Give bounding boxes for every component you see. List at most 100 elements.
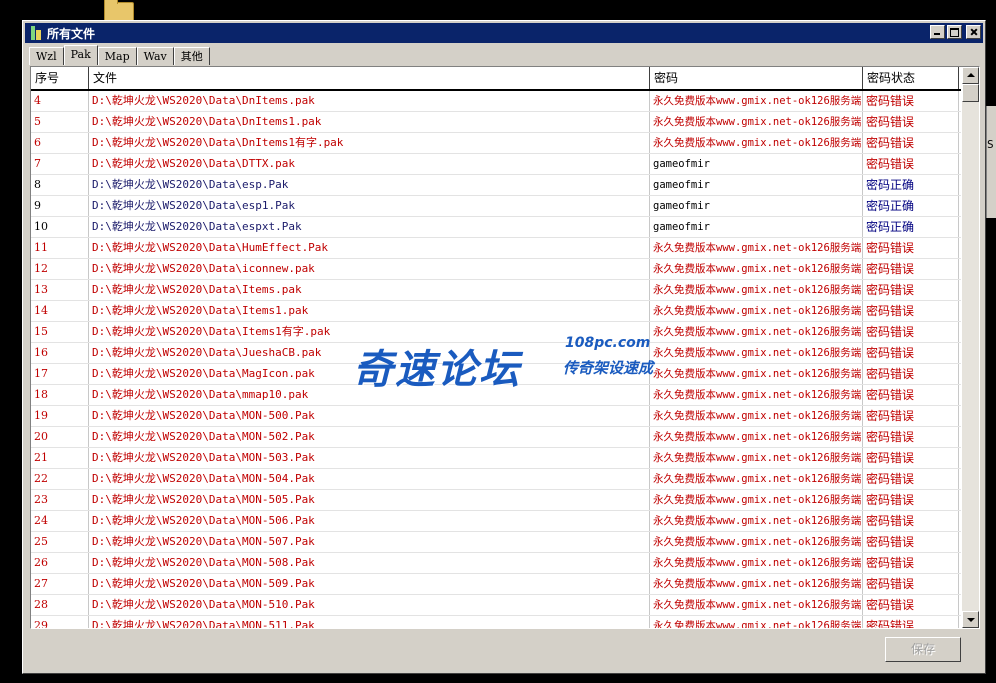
- list-rows: 4 D:\乾坤火龙\WS2020\Data\DnItems.pak 永久免费版本ww…: [31, 91, 961, 628]
- scroll-down-icon[interactable]: [962, 611, 979, 628]
- row-password: gameofmir: [650, 154, 863, 174]
- table-row[interactable]: 8 D:\乾坤火龙\WS2020\Data\esp.Pak gameofmir 密码正…: [31, 175, 961, 196]
- row-index: 28: [31, 595, 89, 615]
- row-file-path: D:\乾坤火龙\WS2020\Data\DnItems1有字.pak: [89, 133, 650, 153]
- column-header-status[interactable]: 密码状态: [863, 67, 959, 89]
- table-row[interactable]: 6 D:\乾坤火龙\WS2020\Data\DnItems1有字.pak 永久免费版…: [31, 133, 961, 154]
- row-index: 22: [31, 469, 89, 489]
- column-header-file[interactable]: 文件: [89, 67, 650, 89]
- row-status: 密码错误: [863, 238, 959, 258]
- row-index: 17: [31, 364, 89, 384]
- row-index: 26: [31, 553, 89, 573]
- row-password: 永久免费版本www.gmix.net-ok126服务端: [650, 448, 863, 468]
- row-password: 永久免费版本www.gmix.net-ok126服务端: [650, 490, 863, 510]
- table-row[interactable]: 7 D:\乾坤火龙\WS2020\Data\DTTX.pak gameofmir 密码…: [31, 154, 961, 175]
- vertical-scrollbar[interactable]: [962, 67, 979, 628]
- row-password: 永久免费版本www.gmix.net-ok126服务端: [650, 469, 863, 489]
- maximize-icon[interactable]: [947, 25, 962, 39]
- table-row[interactable]: 11 D:\乾坤火龙\WS2020\Data\HumEffect.Pak 永久免费版…: [31, 238, 961, 259]
- row-file-path: D:\乾坤火龙\WS2020\Data\HumEffect.Pak: [89, 238, 650, 258]
- row-index: 21: [31, 448, 89, 468]
- row-index: 24: [31, 511, 89, 531]
- table-row[interactable]: 25 D:\乾坤火龙\WS2020\Data\MON-507.Pak 永久免费版本w…: [31, 532, 961, 553]
- row-file-path: D:\乾坤火龙\WS2020\Data\DnItems1.pak: [89, 112, 650, 132]
- tab-other[interactable]: 其他: [173, 47, 210, 65]
- row-status: 密码错误: [863, 280, 959, 300]
- table-row[interactable]: 5 D:\乾坤火龙\WS2020\Data\DnItems1.pak 永久免费版本w…: [31, 112, 961, 133]
- column-header-password[interactable]: 密码: [650, 67, 863, 89]
- row-index: 12: [31, 259, 89, 279]
- tab-wav[interactable]: Wav: [136, 47, 174, 65]
- row-file-path: D:\乾坤火龙\WS2020\Data\Items1.pak: [89, 301, 650, 321]
- table-row[interactable]: 26 D:\乾坤火龙\WS2020\Data\MON-508.Pak 永久免费版本w…: [31, 553, 961, 574]
- tab-pak[interactable]: Pak: [63, 45, 98, 65]
- row-index: 6: [31, 133, 89, 153]
- row-file-path: D:\乾坤火龙\WS2020\Data\MON-507.Pak: [89, 532, 650, 552]
- table-row[interactable]: 28 D:\乾坤火龙\WS2020\Data\MON-510.Pak 永久免费版本w…: [31, 595, 961, 616]
- table-row[interactable]: 13 D:\乾坤火龙\WS2020\Data\Items.pak 永久免费版本www…: [31, 280, 961, 301]
- row-file-path: D:\乾坤火龙\WS2020\Data\MON-509.Pak: [89, 574, 650, 594]
- row-status: 密码错误: [863, 343, 959, 363]
- table-row[interactable]: 14 D:\乾坤火龙\WS2020\Data\Items1.pak 永久免费版本ww…: [31, 301, 961, 322]
- table-row[interactable]: 19 D:\乾坤火龙\WS2020\Data\MON-500.Pak 永久免费版本w…: [31, 406, 961, 427]
- table-row[interactable]: 15 D:\乾坤火龙\WS2020\Data\Items1有字.pak 永久免费版本…: [31, 322, 961, 343]
- row-status: 密码正确: [863, 217, 959, 237]
- row-status: 密码错误: [863, 133, 959, 153]
- list-header: 序号 文件 密码 密码状态: [31, 67, 961, 91]
- tab-wzl[interactable]: Wzl: [29, 47, 64, 65]
- save-button[interactable]: 保存: [885, 637, 961, 662]
- row-password: 永久免费版本www.gmix.net-ok126服务端: [650, 385, 863, 405]
- background-window-text: S: [987, 138, 994, 151]
- table-row[interactable]: 16 D:\乾坤火龙\WS2020\Data\JueshaCB.pak 永久免费版本…: [31, 343, 961, 364]
- tab-map[interactable]: Map: [97, 47, 137, 65]
- row-index: 25: [31, 532, 89, 552]
- row-index: 15: [31, 322, 89, 342]
- app-icon[interactable]: [29, 26, 43, 40]
- row-password: 永久免费版本www.gmix.net-ok126服务端: [650, 133, 863, 153]
- row-status: 密码错误: [863, 154, 959, 174]
- row-index: 7: [31, 154, 89, 174]
- row-password: 永久免费版本www.gmix.net-ok126服务端: [650, 112, 863, 132]
- row-password: 永久免费版本www.gmix.net-ok126服务端: [650, 406, 863, 426]
- file-list[interactable]: 序号 文件 密码 密码状态 4 D:\乾坤火龙\WS2020\Data\DnIte…: [30, 66, 980, 629]
- row-status: 密码错误: [863, 364, 959, 384]
- row-index: 16: [31, 343, 89, 363]
- row-file-path: D:\乾坤火龙\WS2020\Data\MON-510.Pak: [89, 595, 650, 615]
- row-status: 密码错误: [863, 385, 959, 405]
- row-password: 永久免费版本www.gmix.net-ok126服务端: [650, 259, 863, 279]
- table-row[interactable]: 9 D:\乾坤火龙\WS2020\Data\esp1.Pak gameofmir 密码…: [31, 196, 961, 217]
- title-bar[interactable]: 所有文件: [25, 23, 983, 43]
- table-row[interactable]: 4 D:\乾坤火龙\WS2020\Data\DnItems.pak 永久免费版本ww…: [31, 91, 961, 112]
- row-index: 20: [31, 427, 89, 447]
- table-row[interactable]: 20 D:\乾坤火龙\WS2020\Data\MON-502.Pak 永久免费版本w…: [31, 427, 961, 448]
- table-row[interactable]: 27 D:\乾坤火龙\WS2020\Data\MON-509.Pak 永久免费版本w…: [31, 574, 961, 595]
- table-row[interactable]: 24 D:\乾坤火龙\WS2020\Data\MON-506.Pak 永久免费版本w…: [31, 511, 961, 532]
- window-title: 所有文件: [47, 26, 96, 41]
- row-file-path: D:\乾坤火龙\WS2020\Data\MON-505.Pak: [89, 490, 650, 510]
- scroll-up-icon[interactable]: [962, 67, 979, 84]
- row-password: gameofmir: [650, 175, 863, 195]
- table-row[interactable]: 29 D:\乾坤火龙\WS2020\Data\MON-511.Pak 永久免费版本w…: [31, 616, 961, 628]
- close-icon[interactable]: [966, 25, 981, 39]
- table-row[interactable]: 10 D:\乾坤火龙\WS2020\Data\espxt.Pak gameofmir…: [31, 217, 961, 238]
- table-row[interactable]: 22 D:\乾坤火龙\WS2020\Data\MON-504.Pak 永久免费版本w…: [31, 469, 961, 490]
- row-password: 永久免费版本www.gmix.net-ok126服务端: [650, 511, 863, 531]
- column-header-index[interactable]: 序号: [31, 67, 89, 89]
- row-status: 密码错误: [863, 595, 959, 615]
- row-status: 密码错误: [863, 490, 959, 510]
- table-row[interactable]: 23 D:\乾坤火龙\WS2020\Data\MON-505.Pak 永久免费版本w…: [31, 490, 961, 511]
- row-index: 23: [31, 490, 89, 510]
- minimize-icon[interactable]: [930, 25, 945, 39]
- table-row[interactable]: 18 D:\乾坤火龙\WS2020\Data\mmap10.pak 永久免费版本ww…: [31, 385, 961, 406]
- row-file-path: D:\乾坤火龙\WS2020\Data\MON-503.Pak: [89, 448, 650, 468]
- row-status: 密码正确: [863, 175, 959, 195]
- row-index: 18: [31, 385, 89, 405]
- row-file-path: D:\乾坤火龙\WS2020\Data\esp1.Pak: [89, 196, 650, 216]
- scroll-thumb[interactable]: [962, 84, 979, 102]
- row-password: 永久免费版本www.gmix.net-ok126服务端: [650, 91, 863, 111]
- table-row[interactable]: 17 D:\乾坤火龙\WS2020\Data\MagIcon.pak 永久免费版本w…: [31, 364, 961, 385]
- table-row[interactable]: 21 D:\乾坤火龙\WS2020\Data\MON-503.Pak 永久免费版本w…: [31, 448, 961, 469]
- table-row[interactable]: 12 D:\乾坤火龙\WS2020\Data\iconnew.pak 永久免费版本w…: [31, 259, 961, 280]
- row-status: 密码错误: [863, 469, 959, 489]
- row-file-path: D:\乾坤火龙\WS2020\Data\iconnew.pak: [89, 259, 650, 279]
